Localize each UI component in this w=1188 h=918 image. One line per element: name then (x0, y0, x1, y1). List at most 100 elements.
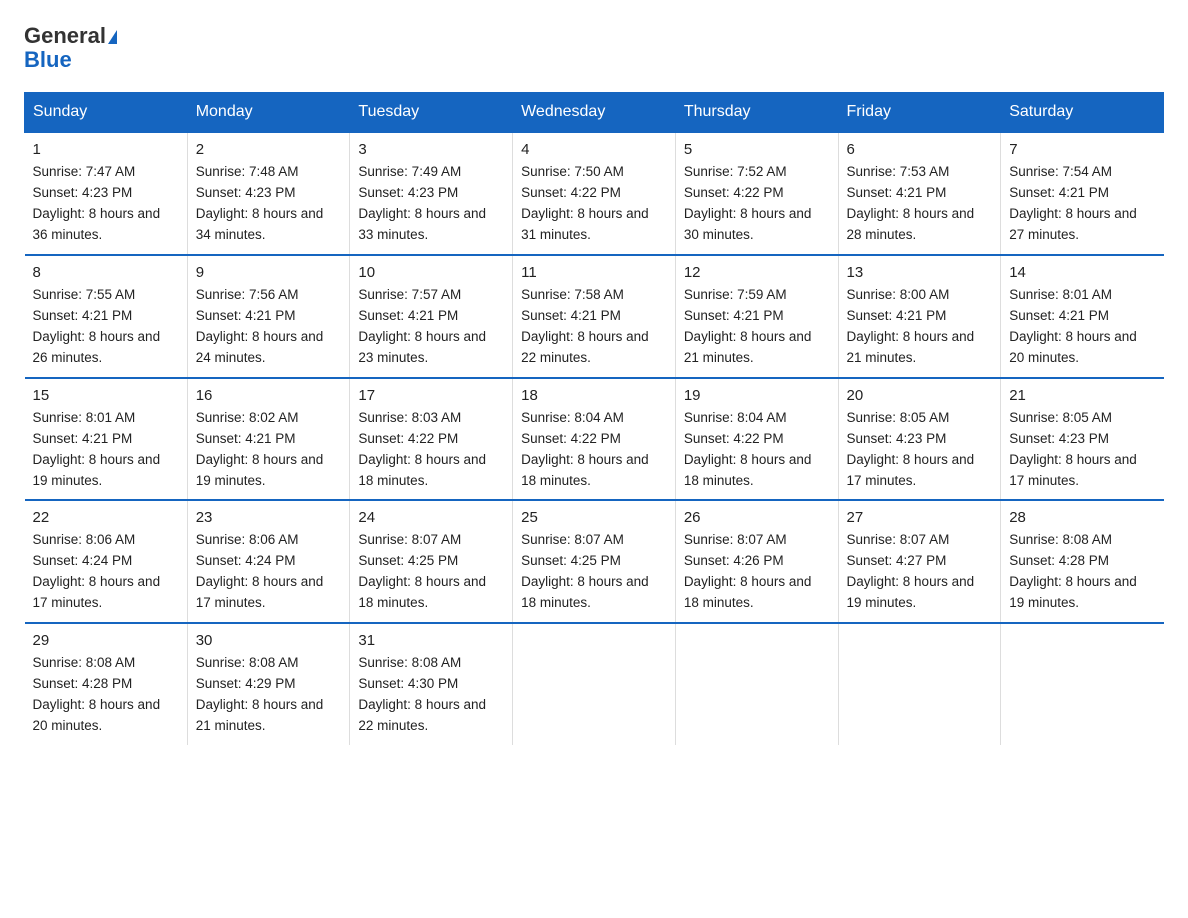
day-number: 29 (33, 632, 179, 649)
day-info: Sunrise: 7:54 AMSunset: 4:21 PMDaylight:… (1009, 162, 1155, 246)
day-cell (838, 623, 1001, 745)
day-cell: 15 Sunrise: 8:01 AMSunset: 4:21 PMDaylig… (25, 378, 188, 501)
day-cell: 26 Sunrise: 8:07 AMSunset: 4:26 PMDaylig… (675, 500, 838, 623)
day-cell: 3 Sunrise: 7:49 AMSunset: 4:23 PMDayligh… (350, 132, 513, 255)
day-cell: 21 Sunrise: 8:05 AMSunset: 4:23 PMDaylig… (1001, 378, 1164, 501)
day-number: 19 (684, 387, 830, 404)
day-info: Sunrise: 7:56 AMSunset: 4:21 PMDaylight:… (196, 285, 342, 369)
day-cell: 28 Sunrise: 8:08 AMSunset: 4:28 PMDaylig… (1001, 500, 1164, 623)
day-cell: 16 Sunrise: 8:02 AMSunset: 4:21 PMDaylig… (187, 378, 350, 501)
day-number: 17 (358, 387, 504, 404)
day-cell: 2 Sunrise: 7:48 AMSunset: 4:23 PMDayligh… (187, 132, 350, 255)
day-info: Sunrise: 7:55 AMSunset: 4:21 PMDaylight:… (33, 285, 179, 369)
day-info: Sunrise: 8:07 AMSunset: 4:25 PMDaylight:… (521, 530, 667, 614)
col-tuesday: Tuesday (350, 93, 513, 133)
day-cell: 4 Sunrise: 7:50 AMSunset: 4:22 PMDayligh… (513, 132, 676, 255)
day-cell: 8 Sunrise: 7:55 AMSunset: 4:21 PMDayligh… (25, 255, 188, 378)
week-row-3: 15 Sunrise: 8:01 AMSunset: 4:21 PMDaylig… (25, 378, 1164, 501)
week-row-5: 29 Sunrise: 8:08 AMSunset: 4:28 PMDaylig… (25, 623, 1164, 745)
day-number: 23 (196, 509, 342, 526)
day-cell (1001, 623, 1164, 745)
day-info: Sunrise: 8:06 AMSunset: 4:24 PMDaylight:… (196, 530, 342, 614)
calendar-body: 1 Sunrise: 7:47 AMSunset: 4:23 PMDayligh… (25, 132, 1164, 744)
day-info: Sunrise: 8:08 AMSunset: 4:29 PMDaylight:… (196, 653, 342, 737)
col-saturday: Saturday (1001, 93, 1164, 133)
calendar-header: Sunday Monday Tuesday Wednesday Thursday… (25, 93, 1164, 133)
day-cell: 27 Sunrise: 8:07 AMSunset: 4:27 PMDaylig… (838, 500, 1001, 623)
day-number: 18 (521, 387, 667, 404)
day-number: 10 (358, 264, 504, 281)
day-info: Sunrise: 8:05 AMSunset: 4:23 PMDaylight:… (847, 408, 993, 492)
logo-general-text: General (24, 23, 106, 48)
day-cell: 30 Sunrise: 8:08 AMSunset: 4:29 PMDaylig… (187, 623, 350, 745)
day-number: 26 (684, 509, 830, 526)
day-cell: 20 Sunrise: 8:05 AMSunset: 4:23 PMDaylig… (838, 378, 1001, 501)
day-info: Sunrise: 8:08 AMSunset: 4:28 PMDaylight:… (33, 653, 179, 737)
day-number: 8 (33, 264, 179, 281)
logo-blue-text: Blue (24, 48, 117, 72)
day-cell: 18 Sunrise: 8:04 AMSunset: 4:22 PMDaylig… (513, 378, 676, 501)
day-number: 9 (196, 264, 342, 281)
day-number: 13 (847, 264, 993, 281)
day-number: 5 (684, 141, 830, 158)
day-number: 16 (196, 387, 342, 404)
day-cell: 19 Sunrise: 8:04 AMSunset: 4:22 PMDaylig… (675, 378, 838, 501)
day-info: Sunrise: 8:02 AMSunset: 4:21 PMDaylight:… (196, 408, 342, 492)
day-number: 12 (684, 264, 830, 281)
day-number: 7 (1009, 141, 1155, 158)
day-cell: 14 Sunrise: 8:01 AMSunset: 4:21 PMDaylig… (1001, 255, 1164, 378)
day-cell: 24 Sunrise: 8:07 AMSunset: 4:25 PMDaylig… (350, 500, 513, 623)
day-number: 14 (1009, 264, 1155, 281)
col-sunday: Sunday (25, 93, 188, 133)
week-row-4: 22 Sunrise: 8:06 AMSunset: 4:24 PMDaylig… (25, 500, 1164, 623)
day-info: Sunrise: 8:07 AMSunset: 4:27 PMDaylight:… (847, 530, 993, 614)
logo: General Blue (24, 24, 117, 72)
day-number: 31 (358, 632, 504, 649)
day-info: Sunrise: 8:07 AMSunset: 4:25 PMDaylight:… (358, 530, 504, 614)
week-row-2: 8 Sunrise: 7:55 AMSunset: 4:21 PMDayligh… (25, 255, 1164, 378)
day-number: 1 (33, 141, 179, 158)
day-cell: 9 Sunrise: 7:56 AMSunset: 4:21 PMDayligh… (187, 255, 350, 378)
day-info: Sunrise: 7:59 AMSunset: 4:21 PMDaylight:… (684, 285, 830, 369)
day-info: Sunrise: 7:48 AMSunset: 4:23 PMDaylight:… (196, 162, 342, 246)
calendar-table: Sunday Monday Tuesday Wednesday Thursday… (24, 92, 1164, 744)
day-info: Sunrise: 8:08 AMSunset: 4:30 PMDaylight:… (358, 653, 504, 737)
day-info: Sunrise: 8:03 AMSunset: 4:22 PMDaylight:… (358, 408, 504, 492)
day-cell: 6 Sunrise: 7:53 AMSunset: 4:21 PMDayligh… (838, 132, 1001, 255)
day-cell: 10 Sunrise: 7:57 AMSunset: 4:21 PMDaylig… (350, 255, 513, 378)
day-number: 22 (33, 509, 179, 526)
day-cell (675, 623, 838, 745)
day-cell: 12 Sunrise: 7:59 AMSunset: 4:21 PMDaylig… (675, 255, 838, 378)
day-number: 25 (521, 509, 667, 526)
col-wednesday: Wednesday (513, 93, 676, 133)
week-row-1: 1 Sunrise: 7:47 AMSunset: 4:23 PMDayligh… (25, 132, 1164, 255)
day-number: 6 (847, 141, 993, 158)
day-number: 21 (1009, 387, 1155, 404)
day-cell: 13 Sunrise: 8:00 AMSunset: 4:21 PMDaylig… (838, 255, 1001, 378)
day-info: Sunrise: 8:05 AMSunset: 4:23 PMDaylight:… (1009, 408, 1155, 492)
header-row: Sunday Monday Tuesday Wednesday Thursday… (25, 93, 1164, 133)
day-number: 24 (358, 509, 504, 526)
day-cell: 25 Sunrise: 8:07 AMSunset: 4:25 PMDaylig… (513, 500, 676, 623)
day-info: Sunrise: 7:53 AMSunset: 4:21 PMDaylight:… (847, 162, 993, 246)
day-info: Sunrise: 8:01 AMSunset: 4:21 PMDaylight:… (1009, 285, 1155, 369)
day-info: Sunrise: 8:04 AMSunset: 4:22 PMDaylight:… (684, 408, 830, 492)
day-info: Sunrise: 7:47 AMSunset: 4:23 PMDaylight:… (33, 162, 179, 246)
day-cell: 17 Sunrise: 8:03 AMSunset: 4:22 PMDaylig… (350, 378, 513, 501)
day-info: Sunrise: 7:50 AMSunset: 4:22 PMDaylight:… (521, 162, 667, 246)
day-cell: 23 Sunrise: 8:06 AMSunset: 4:24 PMDaylig… (187, 500, 350, 623)
day-number: 28 (1009, 509, 1155, 526)
col-thursday: Thursday (675, 93, 838, 133)
day-number: 4 (521, 141, 667, 158)
day-cell: 7 Sunrise: 7:54 AMSunset: 4:21 PMDayligh… (1001, 132, 1164, 255)
day-cell: 29 Sunrise: 8:08 AMSunset: 4:28 PMDaylig… (25, 623, 188, 745)
day-cell: 1 Sunrise: 7:47 AMSunset: 4:23 PMDayligh… (25, 132, 188, 255)
day-cell: 5 Sunrise: 7:52 AMSunset: 4:22 PMDayligh… (675, 132, 838, 255)
day-cell (513, 623, 676, 745)
day-number: 27 (847, 509, 993, 526)
logo-triangle-icon (108, 30, 117, 44)
day-info: Sunrise: 8:00 AMSunset: 4:21 PMDaylight:… (847, 285, 993, 369)
day-number: 20 (847, 387, 993, 404)
day-info: Sunrise: 7:57 AMSunset: 4:21 PMDaylight:… (358, 285, 504, 369)
day-info: Sunrise: 8:08 AMSunset: 4:28 PMDaylight:… (1009, 530, 1155, 614)
